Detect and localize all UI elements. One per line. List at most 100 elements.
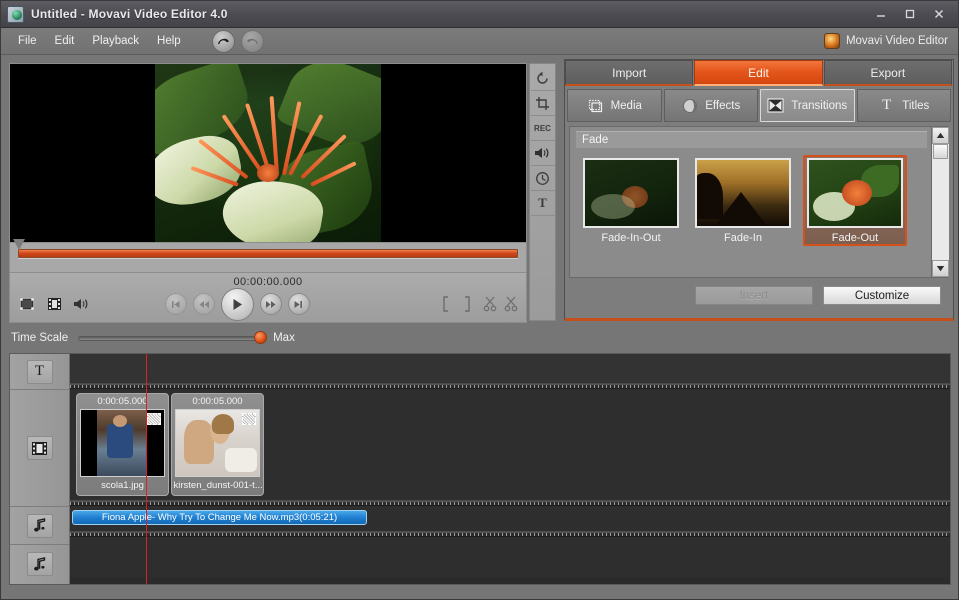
transitions-scrollbar[interactable]	[931, 127, 948, 277]
timeline-clip[interactable]: 0:00:05.000 scola1.jpg	[76, 393, 169, 496]
scroll-up-arrow-icon[interactable]	[932, 127, 949, 144]
fit-frame-icon[interactable]	[18, 296, 36, 312]
customize-button[interactable]: Customize	[823, 286, 941, 305]
transition-item-fade-out[interactable]: Fade-Out	[803, 155, 907, 246]
history-buttons	[212, 30, 264, 53]
time-scale-knob[interactable]	[254, 331, 267, 344]
transitions-x-icon	[767, 98, 784, 114]
transitions-list: Fade Fade-In-Out Fad	[570, 127, 931, 277]
track-headers: T	[10, 354, 70, 584]
scrollbar-track[interactable]	[932, 144, 949, 260]
close-button[interactable]	[925, 4, 952, 24]
transitions-browser: Fade Fade-In-Out Fad	[569, 126, 949, 278]
movavi-app-icon	[7, 6, 24, 23]
timeline-playhead[interactable]	[146, 354, 147, 584]
tab-effects-label: Effects	[705, 100, 740, 112]
timeline-clip[interactable]: 0:00:05.000 kirsten_dunst-001-t...	[171, 393, 264, 496]
title-bar: Untitled - Movavi Video Editor 4.0	[1, 1, 958, 28]
transition-item-fade-in[interactable]: Fade-In	[691, 155, 795, 246]
seek-bar-area	[9, 243, 527, 273]
timeline: T	[9, 353, 951, 585]
video-preview[interactable]	[9, 63, 527, 243]
rewind-button[interactable]	[193, 293, 215, 315]
video-track[interactable]: 0:00:05.000 scola1.jpg 0:00:05.000	[70, 389, 950, 501]
scrollbar-thumb[interactable]	[933, 144, 948, 159]
titles-track-header[interactable]: T	[10, 354, 69, 390]
rotate-tool[interactable]	[531, 66, 555, 91]
video-track-header[interactable]	[10, 390, 69, 507]
audio-track-2[interactable]	[70, 537, 950, 577]
audio-track-header-2[interactable]	[10, 545, 69, 583]
tab-edit[interactable]: Edit	[694, 60, 822, 86]
audio-track-header-1[interactable]	[10, 507, 69, 545]
transition-item-fade-in-out[interactable]: Fade-In-Out	[579, 155, 683, 246]
record-tool[interactable]: REC	[531, 116, 555, 141]
seek-bar[interactable]	[18, 249, 518, 258]
music-note-icon	[27, 514, 53, 538]
timeline-audio-clip[interactable]: Fiona Apple- Why Try To Change Me Now.mp…	[72, 510, 367, 525]
clip-thumbnail	[175, 409, 260, 477]
skip-end-button[interactable]	[288, 293, 310, 315]
clip-duration: 0:00:05.000	[192, 396, 242, 407]
flower-center	[257, 164, 279, 182]
tab-export[interactable]: Export	[824, 60, 952, 86]
menu-playback[interactable]: Playback	[83, 32, 148, 50]
menu-help[interactable]: Help	[148, 32, 190, 50]
scroll-down-arrow-icon[interactable]	[932, 260, 949, 277]
tab-import[interactable]: Import	[565, 60, 693, 86]
clip-transition-badge[interactable]	[242, 413, 256, 425]
clip-filename: scola1.jpg	[101, 477, 144, 491]
cut-left-icon[interactable]	[483, 296, 497, 312]
clip-duration: 0:00:05.000	[97, 396, 147, 407]
movavi-brand-icon	[824, 33, 840, 49]
transport-buttons	[165, 288, 310, 321]
clip-transition-badge[interactable]	[147, 413, 161, 425]
speaker-icon[interactable]	[72, 296, 90, 312]
panel-action-buttons: Insert Customize	[565, 278, 953, 305]
menu-file[interactable]: File	[9, 32, 46, 50]
filmstrip-icon[interactable]	[45, 296, 63, 312]
media-frame-icon	[587, 98, 604, 114]
timeline-tracks[interactable]: 0:00:05.000 scola1.jpg 0:00:05.000	[70, 354, 950, 584]
seek-playhead-handle[interactable]	[13, 239, 25, 250]
player-column: 00:00:00.000	[9, 63, 527, 323]
text-tool[interactable]: T	[531, 191, 555, 216]
redo-arrow-icon[interactable]	[241, 30, 264, 53]
play-button[interactable]	[221, 288, 254, 321]
transition-thumb-image	[583, 158, 679, 228]
menu-edit[interactable]: Edit	[46, 32, 84, 50]
titles-track[interactable]	[70, 354, 950, 384]
fast-forward-button[interactable]	[260, 293, 282, 315]
clip-thumbnail	[80, 409, 165, 477]
mark-in-icon[interactable]	[441, 296, 455, 312]
titles-track-icon: T	[27, 360, 53, 384]
audio-track-1[interactable]: Fiona Apple- Why Try To Change Me Now.mp…	[70, 506, 950, 532]
main-tab-bar: Import Edit Export	[565, 60, 953, 86]
mark-out-icon[interactable]	[462, 296, 476, 312]
tab-transitions[interactable]: Transitions	[760, 89, 855, 122]
titles-t-icon: T	[878, 98, 895, 114]
timer-tool[interactable]	[531, 166, 555, 191]
tab-titles[interactable]: T Titles	[857, 89, 952, 122]
maximize-button[interactable]	[896, 4, 923, 24]
skip-start-button[interactable]	[165, 293, 187, 315]
tab-effects[interactable]: Effects	[664, 89, 759, 122]
transition-group-title: Fade	[576, 131, 927, 148]
tab-media[interactable]: Media	[567, 89, 662, 122]
film-strip-icon	[27, 436, 53, 460]
player-controls: 00:00:00.000	[9, 273, 527, 323]
tab-transitions-label: Transitions	[791, 100, 847, 112]
cut-right-icon[interactable]	[504, 296, 518, 312]
preview-tools-toolbar: REC T	[529, 63, 556, 321]
transition-thumb-image	[695, 158, 791, 228]
insert-button[interactable]: Insert	[695, 286, 813, 305]
undo-arrow-icon[interactable]	[212, 30, 235, 53]
volume-tool[interactable]	[531, 141, 555, 166]
minimize-button[interactable]	[867, 4, 894, 24]
crop-tool[interactable]	[531, 91, 555, 116]
time-scale-slider[interactable]	[78, 331, 263, 345]
window-title: Untitled - Movavi Video Editor 4.0	[31, 7, 228, 21]
transport-row	[18, 292, 518, 316]
time-scale-max-label: Max	[273, 332, 295, 344]
transition-label: Fade-Out	[832, 228, 878, 244]
